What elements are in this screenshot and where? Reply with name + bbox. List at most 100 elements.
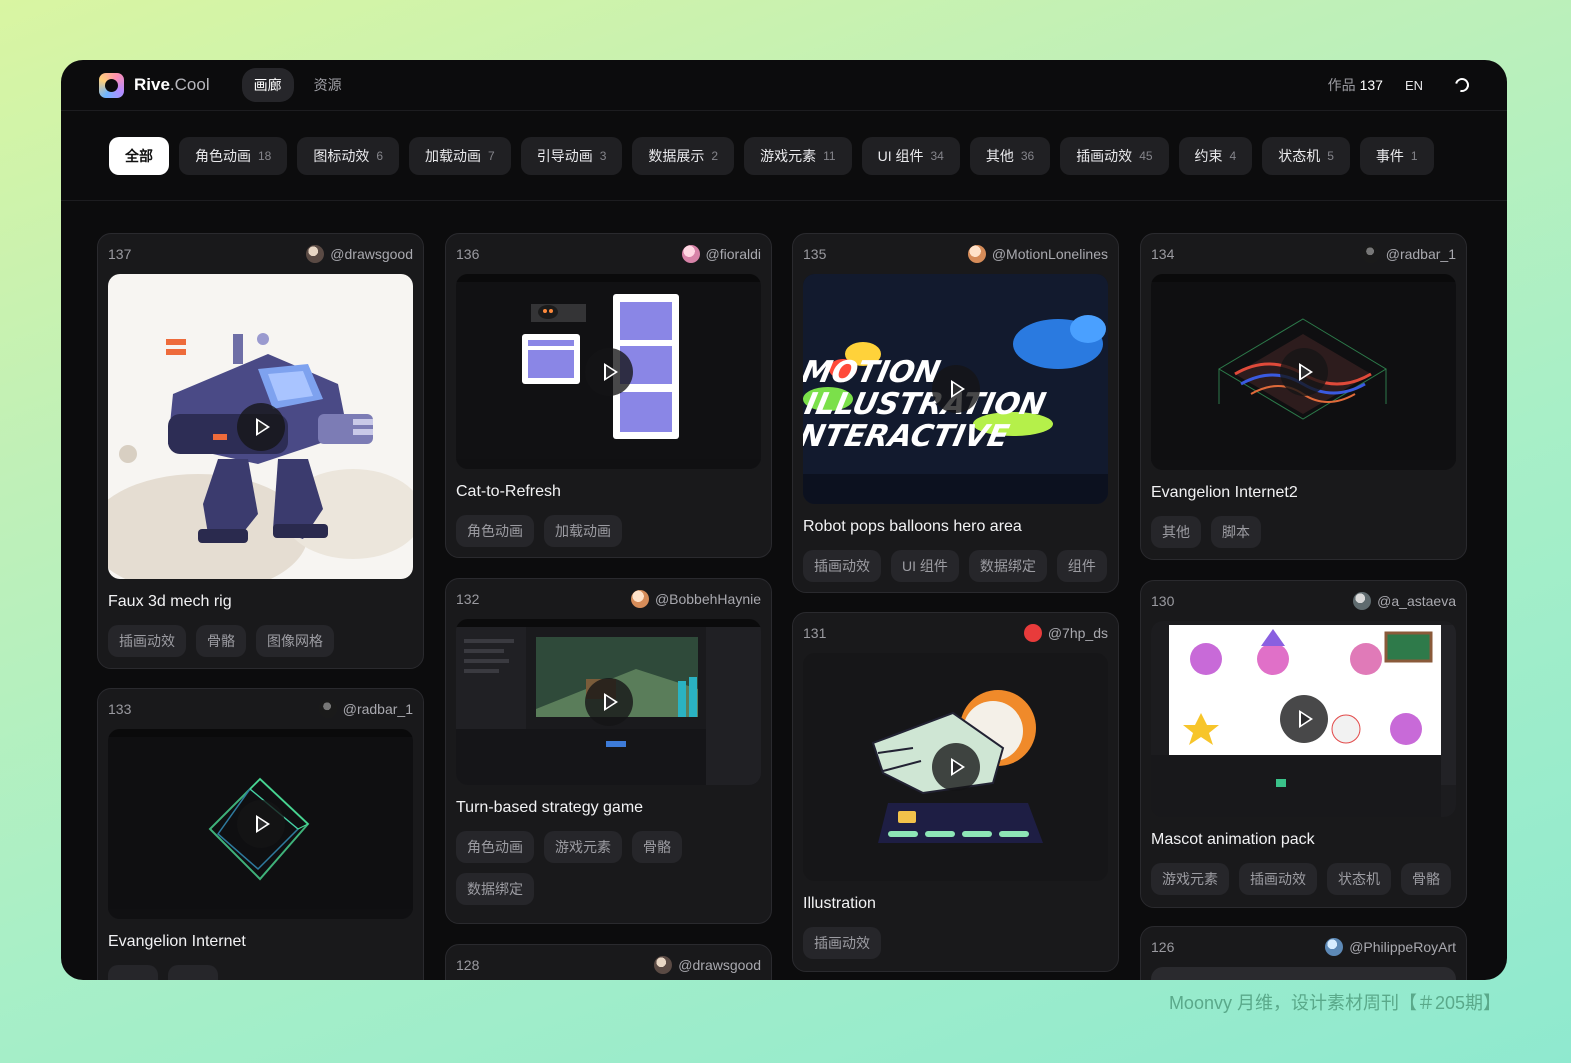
tag[interactable]: 骨骼 <box>632 831 682 863</box>
card-preview[interactable]: MOTION ILLUSTRATION INTERACTIVE <box>803 274 1108 504</box>
tag[interactable]: UI 组件 <box>891 550 959 582</box>
card-title: Cat-to-Refresh <box>456 483 561 500</box>
filter-chip-count: 11 <box>823 148 836 163</box>
play-button[interactable] <box>236 402 285 451</box>
tag[interactable]: 插画动效 <box>1239 863 1317 895</box>
card-preview[interactable] <box>1151 621 1456 817</box>
card-134[interactable]: 134 @radbar_1 Evangelion Internet2 其他 脚本 <box>1140 233 1467 560</box>
tag[interactable]: 插画动效 <box>803 927 881 959</box>
filter-chip[interactable]: 游戏元素 11 <box>744 136 852 175</box>
card-author[interactable]: @a_astaeva <box>1353 592 1456 610</box>
filter-chip[interactable]: 数据展示 2 <box>632 136 735 175</box>
filter-chip[interactable]: 插画动效 45 <box>1060 136 1169 175</box>
card-126[interactable]: 126 @PhilippeRoyArt <box>1140 926 1467 980</box>
card-preview[interactable] <box>1151 274 1456 470</box>
tag[interactable]: 图像网格 <box>256 625 334 657</box>
nav-gallery[interactable]: 画廊 <box>241 68 294 102</box>
play-button[interactable] <box>931 365 980 413</box>
card-128[interactable]: 128 @drawsgood <box>445 944 772 980</box>
card-136[interactable]: 136 @fioraldi Cat-to-Refresh 角色动画 加载动画 <box>445 233 772 558</box>
card-author[interactable]: @drawsgood <box>306 245 413 263</box>
card-preview[interactable] <box>456 619 761 785</box>
avatar <box>1353 592 1372 610</box>
avatar <box>1361 245 1380 263</box>
tag[interactable] <box>108 965 158 980</box>
filter-chip[interactable]: UI 组件 34 <box>861 136 960 175</box>
card-preview[interactable] <box>1151 967 1456 980</box>
play-button[interactable] <box>236 800 285 848</box>
top-bar: Rive.Cool 画廊 资源 作品 137 EN <box>61 60 1507 111</box>
filter-chip[interactable]: 全部 <box>109 136 169 175</box>
rive-logo-icon <box>99 72 124 98</box>
card-author[interactable]: @radbar_1 <box>1361 245 1456 263</box>
filter-chip-count: 4 <box>1229 148 1237 163</box>
card-author[interactable]: @BobbehHaynie <box>630 590 761 608</box>
filter-chip[interactable]: 其他 36 <box>969 136 1051 175</box>
tag[interactable]: 组件 <box>1056 550 1107 582</box>
filter-chip[interactable]: 事件 1 <box>1359 136 1434 175</box>
card-preview[interactable] <box>108 729 413 919</box>
avatar <box>318 700 337 718</box>
card-header: 128 @drawsgood <box>446 945 771 980</box>
card-130[interactable]: 130 @a_astaeva Mascot animation pack 游戏元… <box>1140 580 1467 908</box>
card-137[interactable]: 137 @drawsgood Faux 3d mech rig 插画动效 骨骼 … <box>97 233 424 669</box>
card-number: 131 <box>803 625 827 641</box>
card-author[interactable]: @radbar_1 <box>318 700 413 718</box>
play-button[interactable] <box>1279 348 1328 396</box>
card-header: 135 @MotionLonelines <box>793 234 1118 274</box>
filter-chip[interactable]: 状态机 5 <box>1262 136 1350 175</box>
card-preview[interactable] <box>108 274 413 579</box>
tag[interactable]: 数据绑定 <box>456 873 534 905</box>
works-counter: 作品 137 <box>1327 77 1383 93</box>
tag[interactable]: 骨骼 <box>196 625 246 657</box>
card-preview[interactable] <box>456 274 761 469</box>
logo[interactable]: Rive.Cool <box>99 72 210 98</box>
tag[interactable]: 角色动画 <box>456 515 534 547</box>
app-window: Rive.Cool 画廊 资源 作品 137 EN 全部 角色动画 18 图标动效 6 加载… <box>61 60 1507 980</box>
card-author[interactable]: @MotionLonelines <box>967 245 1108 263</box>
card-author[interactable]: @fioraldi <box>681 245 761 263</box>
tag[interactable]: 角色动画 <box>456 831 534 863</box>
filter-bar-fade <box>1459 111 1507 200</box>
tag[interactable]: 其他 <box>1151 516 1201 548</box>
tag[interactable]: 插画动效 <box>803 550 881 582</box>
filter-chip[interactable]: 引导动画 3 <box>520 136 623 175</box>
filter-chip-count: 7 <box>488 148 495 163</box>
card-131[interactable]: 131 @7hp_ds Illustration 插画动效 <box>792 612 1119 972</box>
tag[interactable]: 骨骼 <box>1401 863 1451 895</box>
dark-mode-icon[interactable] <box>1452 75 1472 95</box>
card-132[interactable]: 132 @BobbehHaynie Turn-based strategy ga… <box>445 578 772 924</box>
play-button[interactable] <box>584 347 633 396</box>
filter-chip-label: 全部 <box>125 147 153 164</box>
tag[interactable] <box>168 965 218 980</box>
card-133[interactable]: 133 @radbar_1 Evangelion Internet <box>97 688 424 980</box>
nav-resources[interactable]: 资源 <box>302 68 354 102</box>
card-author[interactable]: @PhilippeRoyArt <box>1325 938 1456 956</box>
editor-statusbar <box>108 909 413 919</box>
card-author[interactable]: @7hp_ds <box>1023 624 1108 642</box>
filter-chip-label: 状态机 <box>1278 147 1321 164</box>
card-135[interactable]: 135 @MotionLonelines MOTION ILLUSTRATION… <box>792 233 1119 593</box>
tag[interactable]: 脚本 <box>1211 516 1261 548</box>
tag[interactable]: 游戏元素 <box>1151 863 1229 895</box>
tag[interactable]: 加载动画 <box>544 515 622 547</box>
tag[interactable]: 状态机 <box>1327 863 1391 895</box>
tag[interactable]: 游戏元素 <box>544 831 622 863</box>
card-title: Turn-based strategy game <box>456 799 644 816</box>
play-button[interactable] <box>1279 695 1328 743</box>
play-button[interactable] <box>584 678 633 726</box>
card-number: 130 <box>1151 593 1175 609</box>
card-preview[interactable] <box>803 653 1108 881</box>
filter-chip-count: 18 <box>258 148 272 163</box>
tag[interactable]: 插画动效 <box>108 625 186 657</box>
filter-chip[interactable]: 角色动画 18 <box>179 136 288 175</box>
logo-text: Rive.Cool <box>134 75 210 94</box>
filter-chip[interactable]: 加载动画 7 <box>409 136 511 175</box>
filter-chip[interactable]: 图标动效 6 <box>297 136 400 175</box>
language-toggle[interactable]: EN <box>1405 78 1423 93</box>
play-button[interactable] <box>931 743 980 791</box>
tag[interactable]: 数据绑定 <box>968 550 1047 582</box>
filter-chip[interactable]: 约束 4 <box>1178 136 1253 175</box>
editor-statusbar <box>456 459 761 469</box>
card-author[interactable]: @drawsgood <box>654 956 761 974</box>
